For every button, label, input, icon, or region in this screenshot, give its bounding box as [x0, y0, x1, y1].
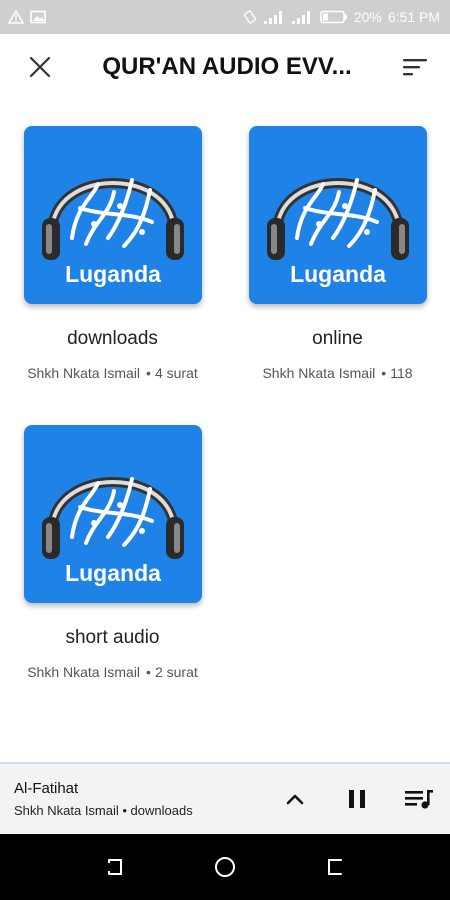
album-artist: Shkh Nkata Ismail — [27, 664, 141, 680]
image-icon — [30, 10, 46, 24]
album-count: 2 surat — [154, 664, 198, 680]
album-title: online — [312, 328, 363, 349]
system-nav-bar — [0, 834, 450, 900]
album-thumbnail: Luganda — [249, 126, 427, 304]
album-artist: Shkh Nkata Ismail — [27, 365, 141, 381]
battery-percent: 20% — [353, 9, 382, 25]
close-icon — [29, 56, 51, 78]
queue-music-icon — [405, 790, 433, 809]
back-button[interactable] — [315, 847, 355, 887]
recents-icon — [108, 859, 122, 875]
pause-button[interactable] — [326, 769, 388, 829]
album-thumbnail: Luganda — [24, 126, 202, 304]
separator-dot: • — [146, 664, 151, 680]
album-thumb-label: Luganda — [290, 261, 386, 287]
back-icon — [328, 859, 342, 875]
now-playing-info[interactable]: Al-Fatihat Shkh Nkata Ismail • downloads — [0, 780, 264, 818]
now-playing-title: Al-Fatihat — [14, 780, 79, 797]
battery-icon — [320, 10, 347, 24]
mini-player[interactable]: Al-Fatihat Shkh Nkata Ismail • downloads — [0, 762, 450, 834]
album-thumbnail: Luganda — [24, 425, 202, 603]
expand-player-button[interactable] — [264, 769, 326, 829]
album-subtitle: Shkh Nkata Ismail • 4 surat — [0, 365, 225, 381]
signal-icon — [263, 11, 282, 24]
recents-button[interactable] — [95, 847, 135, 887]
rotate-icon — [243, 10, 257, 24]
album-title: downloads — [67, 328, 158, 349]
separator-dot: • — [381, 365, 387, 381]
album-title: short audio — [65, 627, 160, 648]
album-thumb-label: Luganda — [65, 261, 161, 287]
page-title: QUR'AN AUDIO EVV... — [102, 53, 352, 80]
status-bar: 20% 6:51 PM — [0, 0, 450, 34]
now-playing-subtitle: Shkh Nkata Ismail • downloads — [14, 803, 193, 818]
warning-icon — [8, 10, 24, 24]
album-count: 118 — [390, 365, 413, 381]
pause-icon — [349, 790, 365, 808]
app-bar: QUR'AN AUDIO EVV... — [0, 34, 450, 100]
sort-icon — [403, 59, 427, 76]
album-count: 4 surat — [154, 365, 198, 381]
album-subtitle: Shkh Nkata Ismail • 2 surat — [0, 664, 225, 680]
album-artist: Shkh Nkata Ismail — [262, 365, 376, 381]
home-button[interactable] — [205, 847, 245, 887]
clock: 6:51 PM — [387, 9, 440, 25]
close-button[interactable] — [0, 34, 80, 100]
signal-icon-2 — [291, 11, 310, 24]
chevron-up-icon — [286, 794, 304, 805]
separator-dot: • — [146, 365, 151, 381]
queue-button[interactable] — [388, 769, 450, 829]
album-thumb-label: Luganda — [65, 560, 161, 586]
home-icon — [215, 857, 235, 877]
sort-button[interactable] — [380, 34, 450, 100]
album-subtitle: Shkh Nkata Ismail • 118 — [225, 365, 450, 381]
